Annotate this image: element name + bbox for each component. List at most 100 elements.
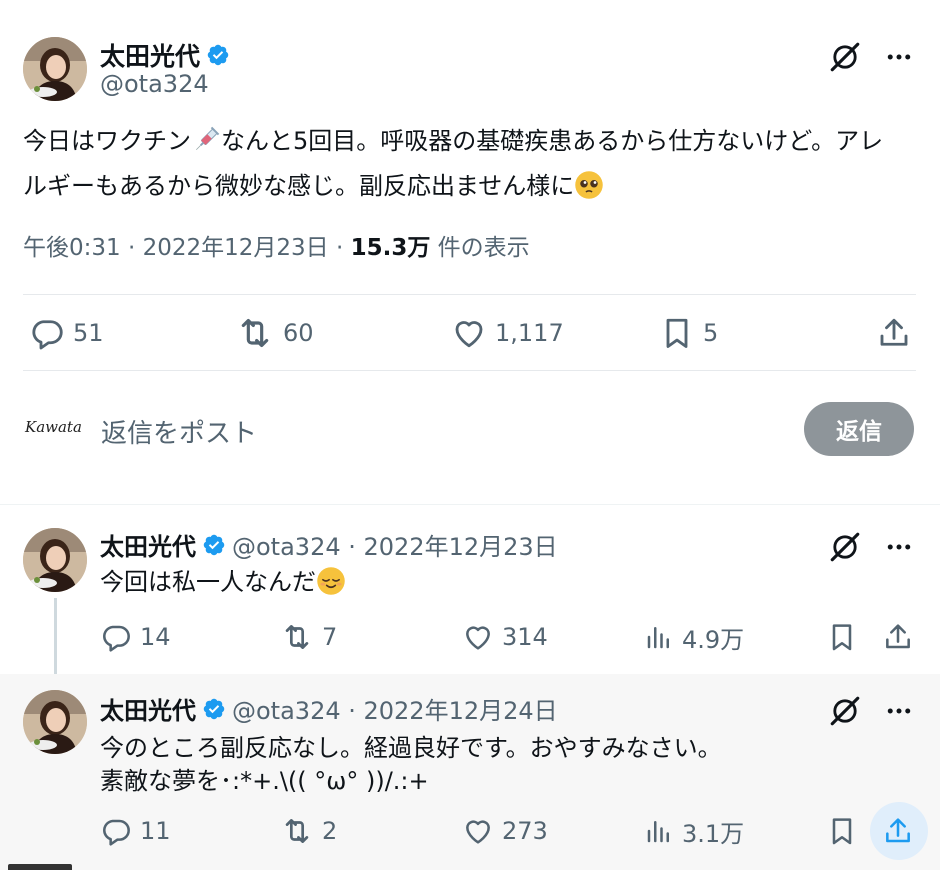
reply-tweet: 太田光代 @ota324 · 2022年12月24日 今のところ副反応なし。経過… [0,674,940,870]
author-name[interactable]: 太田光代 [100,527,196,562]
bookmark-icon [659,315,695,351]
composer-avatar[interactable]: Kawata [25,418,87,446]
reply-count: 11 [140,817,171,845]
reply-action[interactable]: 14 [100,612,171,662]
retweet-icon [235,313,275,353]
verified-badge-icon [202,697,226,721]
verified-badge-icon [206,43,230,67]
retweet-count: 60 [283,319,314,347]
tweet-top-icons [828,694,914,728]
bookmark-icon [826,815,858,847]
reply-icon [100,621,132,653]
views-chart-icon [644,816,674,846]
divider [23,294,916,295]
bookmark-action[interactable] [826,806,858,856]
views-action[interactable]: 3.1万 [644,806,744,856]
share-icon [882,621,914,653]
thread-line [54,598,57,674]
tweet-text: 今回は私一人なんだ [100,566,890,605]
views-count: 4.9万 [682,625,745,654]
main-tweet: 太田光代 @ota324 今日はワクチン なんと5回目。呼吸器の基礎疾患あるから仕… [0,0,940,500]
grok-icon[interactable] [828,40,862,74]
views-chart-icon [644,622,674,652]
views-label: 件の表示 [437,235,530,261]
grok-icon[interactable] [828,694,862,728]
reply-composer: Kawata 返信をポスト 返信 [23,398,916,464]
handle-and-date[interactable]: @ota324 · 2022年12月24日 [232,691,558,726]
author-avatar[interactable] [23,37,87,101]
tweet-date[interactable]: 2022年12月23日 [143,235,329,261]
meta-separator: · [335,235,344,261]
retweet-action[interactable]: 2 [280,806,337,856]
views-action[interactable]: 4.9万 [644,612,744,662]
bookmark-icon [826,621,858,653]
author-name[interactable]: 太田光代 [100,691,196,726]
reply-input[interactable]: 返信をポスト [101,413,257,450]
author-name-row: 太田光代 [100,37,230,73]
more-options-icon[interactable] [884,696,914,726]
heart-icon [462,815,494,847]
like-count: 273 [502,817,548,845]
reply-action[interactable]: 11 [100,806,171,856]
bottom-edge-tag [8,864,72,870]
views-count: 3.1万 [682,819,745,848]
tweet-actions: 11 2 273 3.1万 [100,802,928,860]
reply-button[interactable]: 返信 [804,402,914,456]
reply-icon [29,315,65,351]
tweet-time[interactable]: 午後0:31 [23,235,121,261]
syringe-emoji-icon [191,125,221,167]
tweet-text-part1: 今日はワクチン [23,127,191,155]
retweet-icon [280,620,314,654]
divider [23,370,916,371]
reply-tweet: 太田光代 @ota324 · 2022年12月23日 今回は私一人なんだ 14 … [0,506,940,674]
more-options-icon[interactable] [884,532,914,562]
heart-icon [451,315,487,351]
pleading-face-emoji-icon [574,170,604,212]
heart-icon [462,621,494,653]
author-name-row: 太田光代 @ota324 · 2022年12月24日 [100,691,558,726]
like-action[interactable]: 314 [462,612,548,662]
author-avatar[interactable] [23,690,87,754]
author-name[interactable]: 太田光代 [100,37,200,73]
tweet-meta: 午後0:31 · 2022年12月23日 · 15.3万 件の表示 [23,228,530,262]
relieved-face-emoji-icon [316,566,346,605]
reply-count: 14 [140,623,171,651]
tweet-actions: 14 7 314 4.9万 [100,612,914,662]
tweet-top-icons [828,40,914,74]
tweet-text-line: 今のところ副反応なし。経過良好です。おやすみなさい。 [100,734,722,762]
more-options-icon[interactable] [884,42,914,72]
share-icon [882,815,914,847]
meta-separator: · [127,235,136,261]
like-action[interactable]: 273 [462,806,548,856]
reply-icon [100,815,132,847]
bookmark-count: 5 [703,319,719,347]
bookmark-action[interactable] [826,612,858,662]
grok-icon[interactable] [828,530,862,564]
retweet-icon [280,814,314,848]
share-action[interactable] [882,806,914,856]
tweet-text-line: 素敵な夢を･:*+.\(( °ω° ))/.:+ [100,767,429,795]
reply-action[interactable]: 51 [29,300,104,366]
handle-and-date[interactable]: @ota324 · 2022年12月23日 [232,527,558,562]
section-divider [0,504,940,505]
reply-count: 51 [73,319,104,347]
tweet-text-body: 今回は私一人なんだ [100,568,316,596]
like-action[interactable]: 1,117 [451,300,564,366]
tweet-actions: 51 60 1,117 5 [23,300,916,366]
author-avatar[interactable] [23,528,87,592]
retweet-count: 7 [322,623,338,651]
verified-badge-icon [202,533,226,557]
retweet-action[interactable]: 7 [280,612,337,662]
share-icon [876,315,912,351]
share-action[interactable] [876,300,912,366]
views-count: 15.3万 [350,235,431,261]
author-handle[interactable]: @ota324 [100,70,209,98]
retweet-count: 2 [322,817,338,845]
share-action[interactable] [882,612,914,662]
bookmark-action[interactable]: 5 [659,300,718,366]
like-count: 1,117 [495,319,564,347]
like-count: 314 [502,623,548,651]
author-name-row: 太田光代 @ota324 · 2022年12月23日 [100,527,558,562]
retweet-action[interactable]: 60 [235,300,314,366]
tweet-top-icons [828,530,914,564]
